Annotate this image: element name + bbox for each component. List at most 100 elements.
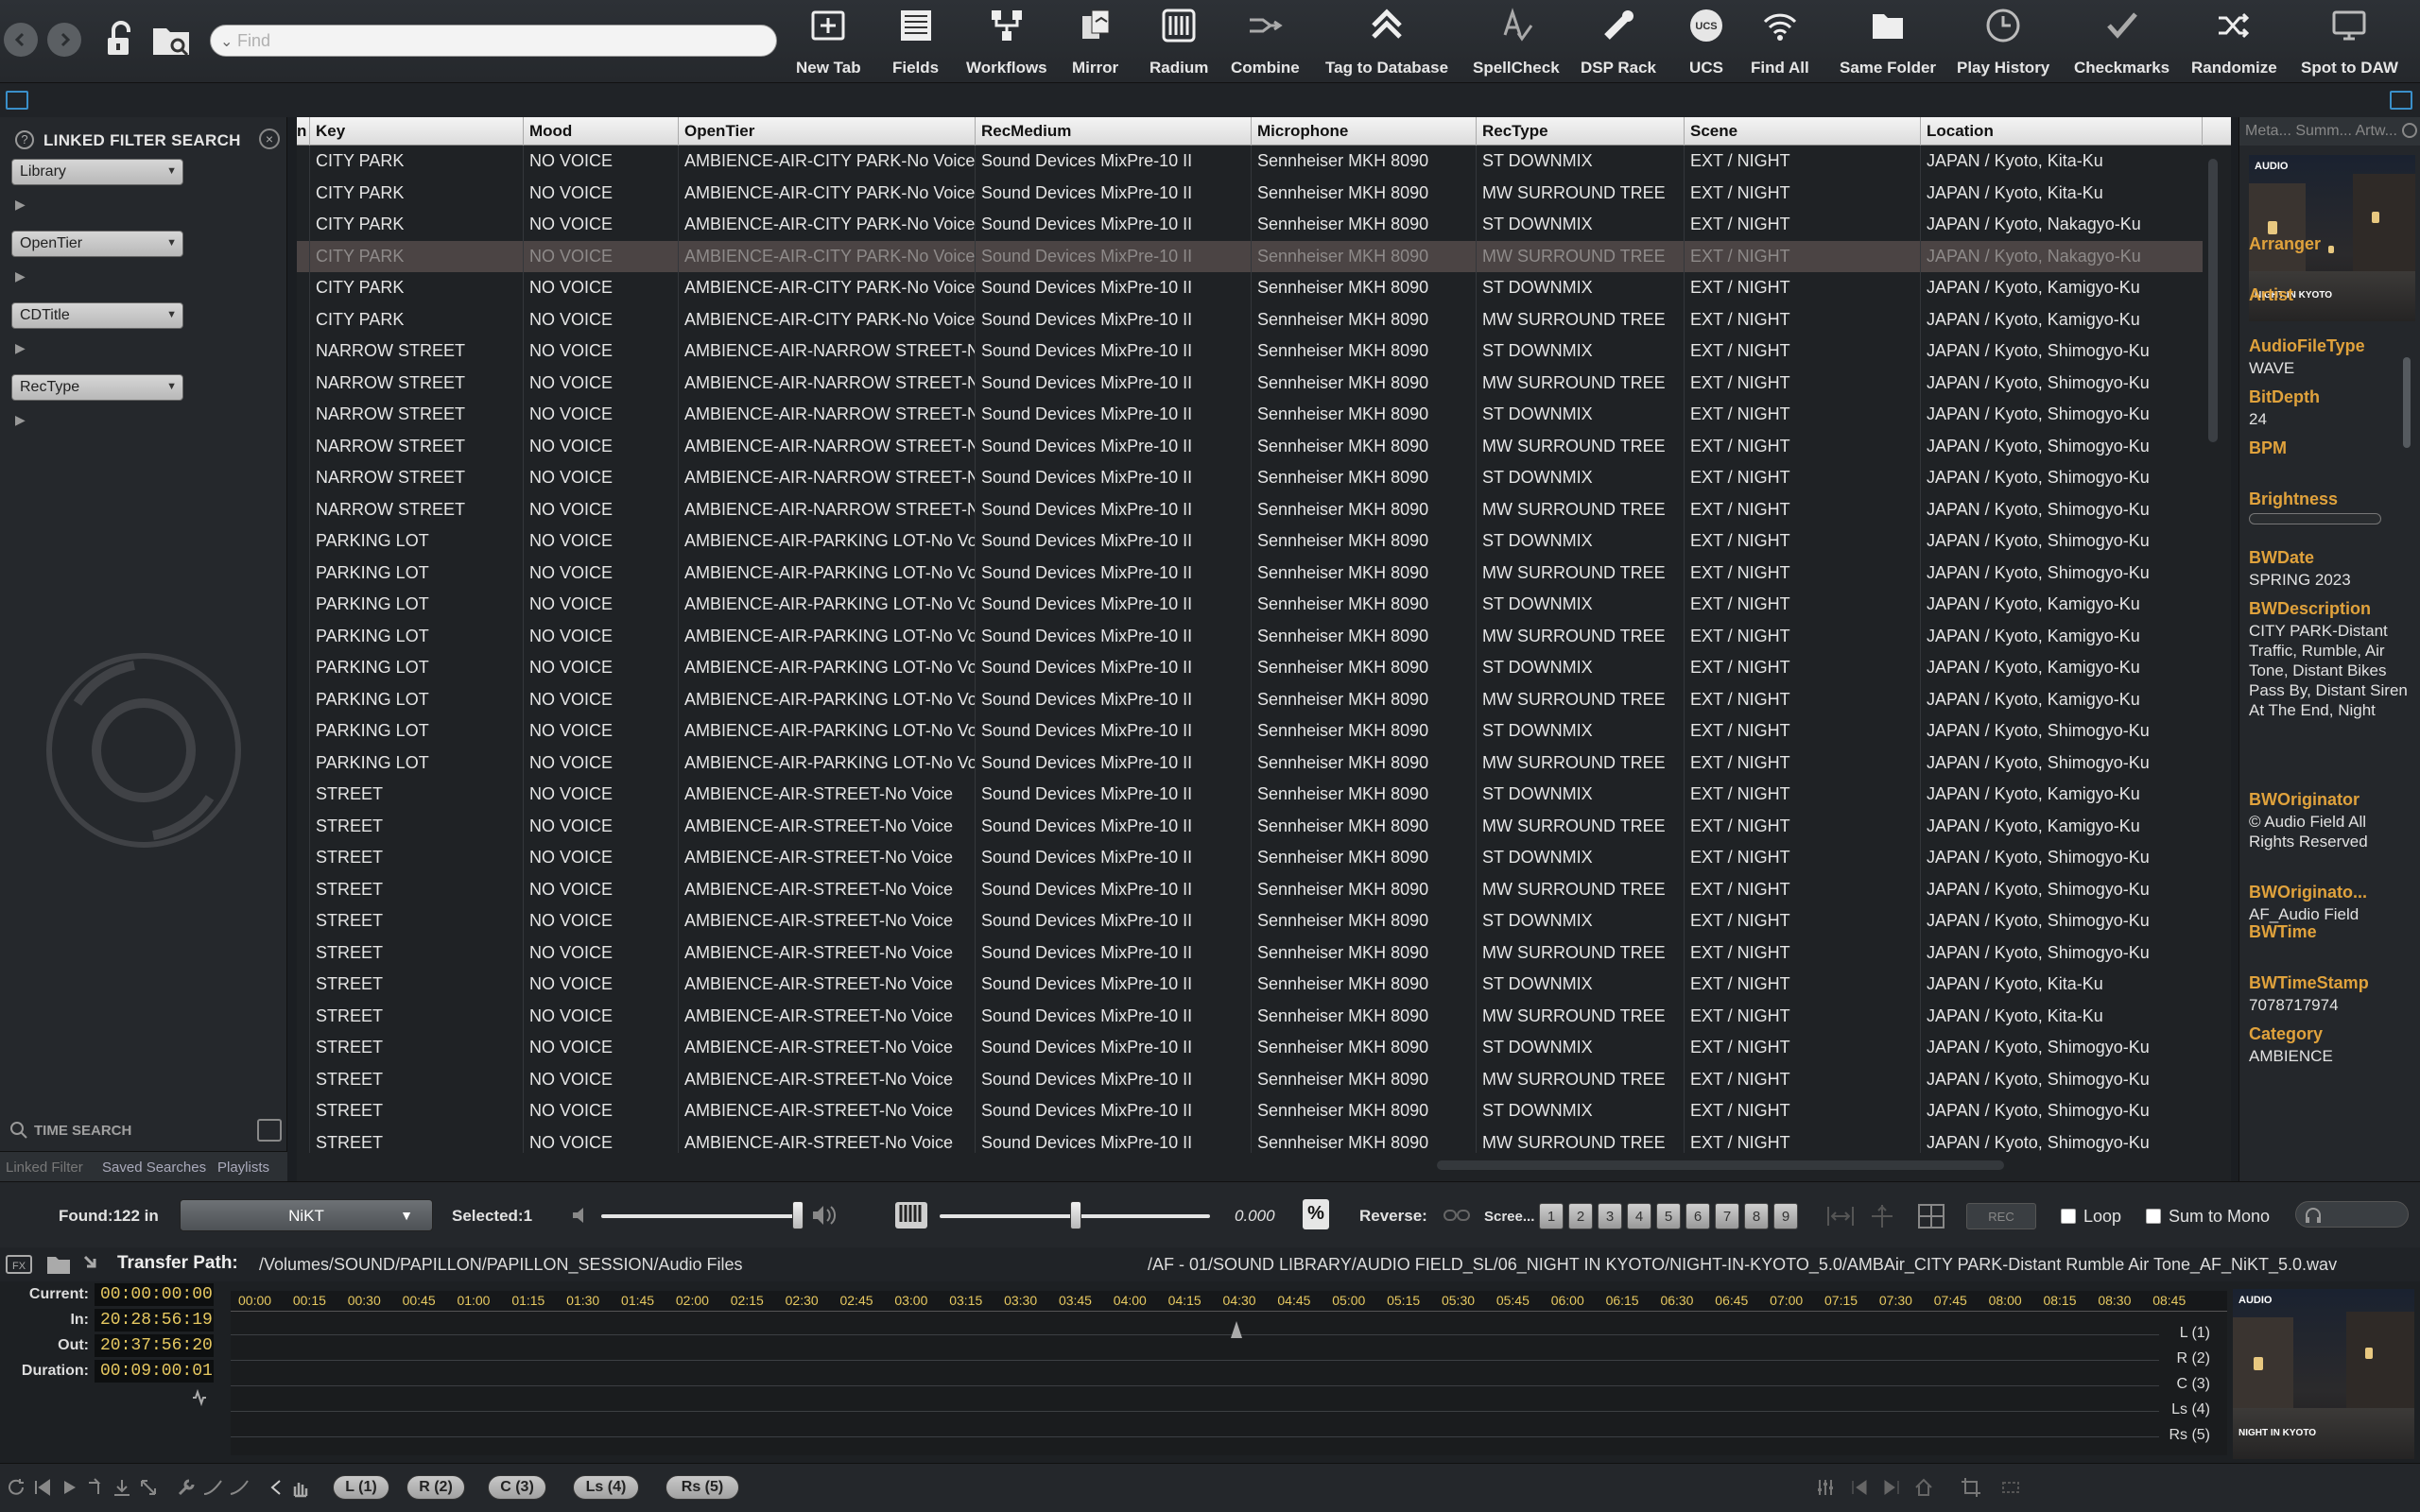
channel-solo-button[interactable]: C (3) xyxy=(488,1475,546,1500)
arrow-turn-icon[interactable] xyxy=(85,1477,106,1498)
metadata-scrollbar[interactable] xyxy=(2403,357,2411,448)
percent-toggle-button[interactable]: % xyxy=(1303,1199,1329,1229)
table-row[interactable]: STREET NO VOICE AMBIENCE-AIR-STREET-No Voi… xyxy=(297,937,2203,970)
table-row[interactable]: STREET NO VOICE AMBIENCE-AIR-STREET-No Voi… xyxy=(297,1127,2203,1154)
table-row[interactable]: STREET NO VOICE AMBIENCE-AIR-STREET-No Voi… xyxy=(297,842,2203,874)
home-icon[interactable] xyxy=(1913,1477,1934,1498)
loop-checkbox[interactable] xyxy=(2061,1209,2076,1224)
radium-button[interactable]: Radium xyxy=(1150,4,1208,79)
table-row[interactable]: CITY PARK NO VOICE AMBIENCE-AIR-CITY PARK-… xyxy=(297,240,2203,272)
calendar-icon[interactable] xyxy=(257,1119,282,1142)
meta-field[interactable]: BPM xyxy=(2249,438,2415,458)
vertical-scrollbar[interactable] xyxy=(2208,159,2218,442)
user-select[interactable]: NiKT ▼ xyxy=(180,1199,433,1231)
channel-solo-button[interactable]: Rs (5) xyxy=(666,1475,739,1500)
screen-button[interactable]: 1 xyxy=(1539,1203,1564,1229)
find-field[interactable]: ⌄ xyxy=(210,25,777,57)
checkmarks-button[interactable]: Checkmarks xyxy=(2074,4,2169,79)
screen-button[interactable]: 2 xyxy=(1568,1203,1593,1229)
column-header-mood[interactable]: Mood xyxy=(524,117,679,146)
table-row[interactable]: PARKING LOT NO VOICE AMBIENCE-AIR-PARKING … xyxy=(297,747,2203,780)
spellcheck-button[interactable]: SpellCheck xyxy=(1473,4,1560,79)
screen-button[interactable]: 4 xyxy=(1627,1203,1651,1229)
table-row[interactable]: STREET NO VOICE AMBIENCE-AIR-STREET-No Voi… xyxy=(297,1095,2203,1127)
link-icon[interactable] xyxy=(1443,1203,1471,1228)
disclosure-triangle-icon[interactable]: ▶ xyxy=(15,340,26,356)
equalizer-icon[interactable] xyxy=(1815,1477,1836,1498)
fx-icon[interactable]: FX xyxy=(6,1255,32,1274)
column-header-rectype[interactable]: RecType xyxy=(1477,117,1685,146)
filter-select-cdtitle[interactable]: CDTitle ▼ xyxy=(11,302,183,329)
screen-button[interactable]: 7 xyxy=(1715,1203,1739,1229)
disclosure-triangle-icon[interactable]: ▶ xyxy=(15,412,26,428)
lock-button[interactable] xyxy=(96,17,142,62)
meta-field[interactable]: Artist xyxy=(2249,285,2415,305)
dsp-rack-button[interactable]: DSP Rack xyxy=(1581,4,1656,79)
table-row[interactable]: STREET NO VOICE AMBIENCE-AIR-STREET-No Voi… xyxy=(297,905,2203,937)
expand-icon[interactable] xyxy=(138,1477,159,1498)
browse-folder-button[interactable] xyxy=(149,17,195,62)
mirror-button[interactable]: Mirror xyxy=(1072,4,1118,79)
table-row[interactable]: PARKING LOT NO VOICE AMBIENCE-AIR-PARKING … xyxy=(297,621,2203,653)
time-ruler[interactable]: 00:00 00:15 00:30 00:45 01:00 01:15 01:30 01:45… xyxy=(231,1291,2227,1312)
fields-button[interactable]: Fields xyxy=(892,4,939,79)
column-header-recmedium[interactable]: RecMedium xyxy=(976,117,1252,146)
table-row[interactable]: PARKING LOT NO VOICE AMBIENCE-AIR-PARKING … xyxy=(297,589,2203,621)
table-row[interactable]: NARROW STREET NO VOICE AMBIENCE-AIR-NARROW… xyxy=(297,335,2203,368)
volume-slider-knob[interactable] xyxy=(792,1201,804,1229)
screen-button[interactable]: 6 xyxy=(1685,1203,1710,1229)
meta-field[interactable]: BWTimeStamp 7078717974 xyxy=(2249,973,2415,1015)
table-row[interactable]: PARKING LOT NO VOICE AMBIENCE-AIR-PARKING … xyxy=(297,652,2203,684)
transfer-path-value[interactable]: /Volumes/SOUND/PAPILLON/PAPILLON_SESSION… xyxy=(259,1255,743,1275)
screen-button[interactable]: 3 xyxy=(1598,1203,1622,1229)
volume-slider[interactable] xyxy=(601,1214,800,1218)
refresh-icon[interactable] xyxy=(6,1477,26,1498)
meta-field[interactable]: Brightness xyxy=(2249,490,2415,524)
download-icon[interactable] xyxy=(112,1477,132,1498)
ucs-button[interactable]: UCS UCS xyxy=(1685,4,1728,79)
tab-saved-searches[interactable]: Saved Searches xyxy=(102,1160,206,1176)
hand-icon[interactable] xyxy=(289,1477,310,1498)
spot-to-daw-button[interactable]: Spot to DAW xyxy=(2301,4,2398,79)
combine-button[interactable]: Combine xyxy=(1231,4,1300,79)
back-button[interactable] xyxy=(4,23,38,57)
record-button[interactable]: REC xyxy=(1966,1203,2036,1229)
table-row[interactable]: STREET NO VOICE AMBIENCE-AIR-STREET-No Voi… xyxy=(297,969,2203,1001)
same-folder-button[interactable]: Same Folder xyxy=(1840,4,1936,79)
toggle-left-panel-icon[interactable] xyxy=(6,91,28,110)
skip-start-icon[interactable] xyxy=(32,1477,53,1498)
fade-in-icon[interactable] xyxy=(202,1477,223,1498)
meta-field[interactable]: Category AMBIENCE xyxy=(2249,1024,2415,1066)
table-row[interactable]: PARKING LOT NO VOICE AMBIENCE-AIR-PARKING … xyxy=(297,558,2203,590)
channel-lanes[interactable]: L (1) R (2) C (3) Ls (4) Rs (5) xyxy=(231,1312,2227,1455)
filter-select-opentier[interactable]: OpenTier ▼ xyxy=(11,231,183,257)
close-icon[interactable] xyxy=(2402,123,2417,138)
waveform-zoom-icon[interactable] xyxy=(191,1389,208,1406)
channel-solo-button[interactable]: R (2) xyxy=(406,1475,465,1500)
screen-button[interactable]: 5 xyxy=(1656,1203,1681,1229)
find-all-button[interactable]: Find All xyxy=(1751,4,1809,79)
disclosure-triangle-icon[interactable]: ▶ xyxy=(15,268,26,284)
metadata-tabs[interactable]: Meta... Summ... Artw... xyxy=(2239,117,2420,146)
channel-solo-button[interactable]: L (1) xyxy=(333,1475,389,1500)
table-row[interactable]: STREET NO VOICE AMBIENCE-AIR-STREET-No Voi… xyxy=(297,874,2203,906)
help-icon[interactable]: ? xyxy=(15,130,34,149)
meta-field[interactable]: Arranger xyxy=(2249,234,2415,254)
table-row[interactable]: NARROW STREET NO VOICE AMBIENCE-AIR-NARROW… xyxy=(297,368,2203,400)
meta-field[interactable]: BitDepth 24 xyxy=(2249,387,2415,429)
toggle-right-panel-icon[interactable] xyxy=(2390,91,2412,110)
tab-linked-filter[interactable]: Linked Filter xyxy=(6,1160,83,1176)
meta-field[interactable]: BWDescription CITY PARK-Distant Traffic, … xyxy=(2249,599,2415,720)
meta-field[interactable]: BWOriginato... AF_Audio Field xyxy=(2249,883,2415,924)
table-row[interactable]: CITY PARK NO VOICE AMBIENCE-AIR-CITY PARK-… xyxy=(297,146,2203,178)
table-row[interactable]: NARROW STREET NO VOICE AMBIENCE-AIR-NARROW… xyxy=(297,431,2203,463)
table-row[interactable]: PARKING LOT NO VOICE AMBIENCE-AIR-PARKING … xyxy=(297,684,2203,716)
folder-icon[interactable] xyxy=(45,1253,72,1276)
current-timecode-value[interactable]: 00:00:00:00 xyxy=(95,1283,214,1306)
forward-button[interactable] xyxy=(47,23,81,57)
find-input[interactable] xyxy=(237,29,767,52)
randomize-button[interactable]: Randomize xyxy=(2191,4,2277,79)
column-header-opentier[interactable]: OpenTier xyxy=(679,117,976,146)
channel-solo-button[interactable]: Ls (4) xyxy=(573,1475,639,1500)
crop-icon[interactable] xyxy=(1961,1477,1981,1498)
